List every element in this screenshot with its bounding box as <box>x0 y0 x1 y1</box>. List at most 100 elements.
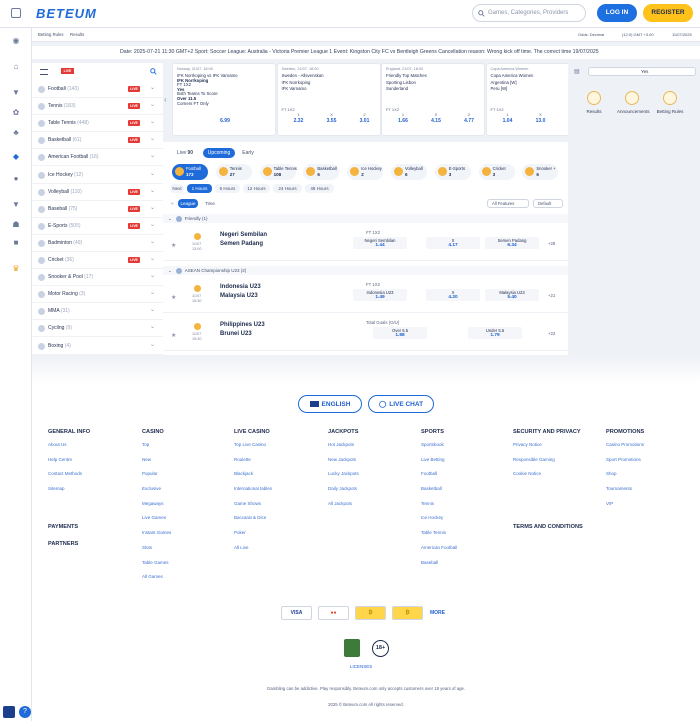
sport-chip[interactable]: Snooker +6 <box>522 164 559 180</box>
more-markets[interactable]: +21 <box>548 293 555 298</box>
footer-heading[interactable]: GENERAL INFO <box>48 429 90 435</box>
list-menu-icon[interactable] <box>40 69 48 75</box>
collapse-icon[interactable]: « <box>171 201 174 207</box>
chevron-down-icon[interactable]: ⌄ <box>150 204 155 211</box>
live-badge[interactable]: LIVE <box>128 222 140 229</box>
odd-value[interactable]: 13.0 <box>526 118 556 124</box>
footer-link[interactable]: Privacy Notice <box>513 442 581 457</box>
sport-chip[interactable]: Volleyball 6 <box>391 164 427 180</box>
footer-link[interactable]: Top Live Casino <box>234 442 272 457</box>
sport-row[interactable]: Table Tennis (448) LIVE ⌄ <box>32 115 163 133</box>
chevron-down-icon[interactable]: ⌄ <box>150 84 155 91</box>
sports-icon[interactable]: ◉ <box>11 36 21 46</box>
timezone[interactable]: (12:0) GMT +3.00 <box>622 32 654 37</box>
collapse-arrow-icon[interactable]: ⌄ <box>168 268 172 273</box>
sport-row[interactable]: Basketball (61) LIVE ⌄ <box>32 132 163 150</box>
footer-heading[interactable]: LIVE CASINO <box>234 429 272 435</box>
footer-link[interactable]: Casino Promotions <box>606 442 644 457</box>
main-tab[interactable]: Live 90 <box>171 148 199 158</box>
footer-link[interactable]: All Games <box>142 574 171 589</box>
league-header[interactable]: ⌄ Friendly (1) <box>163 214 568 223</box>
time-filter[interactable]: Next <box>170 184 184 193</box>
more-markets[interactable]: +22 <box>548 331 555 336</box>
favorite-star-icon[interactable]: ★ <box>171 242 176 249</box>
footer-link[interactable]: Tennis <box>421 501 457 516</box>
footer-heading[interactable]: JACKPOTS <box>328 429 359 435</box>
footer-link[interactable]: Responsible Gaming <box>513 457 581 472</box>
cards-icon[interactable]: ☗ <box>11 220 21 230</box>
sport-row[interactable]: MMA (31) ⌄ <box>32 303 163 321</box>
footer-link[interactable]: Sport Promotions <box>606 457 644 472</box>
footer-heading[interactable]: SECURITY AND PRIVACY <box>513 429 581 435</box>
sport-chip[interactable]: E-Sports 3 <box>434 164 471 180</box>
chevron-down-icon[interactable]: ⌄ <box>150 187 155 194</box>
sport-row[interactable]: Baseball (75) LIVE ⌄ <box>32 201 163 218</box>
footer-link[interactable]: All Live <box>234 545 272 560</box>
odd-value[interactable]: 4.15 <box>421 118 451 124</box>
games-icon[interactable]: ♣ <box>11 128 21 138</box>
odd-button[interactable]: Malaysia U23 5.40 <box>485 289 539 301</box>
diamond-icon[interactable]: ◆ <box>11 152 21 162</box>
footer-link[interactable]: New <box>142 457 171 472</box>
sport-row[interactable]: Ice Hockey (12) ⌄ <box>32 167 163 184</box>
odd-value[interactable]: 1.66 <box>388 118 418 124</box>
live-badge[interactable]: LIVE <box>61 68 74 74</box>
footer-link[interactable]: Roulette <box>234 457 272 472</box>
home-team[interactable]: Indonesia U23 <box>220 283 261 291</box>
footer-link[interactable]: Popular <box>142 471 171 486</box>
footer-heading-payments[interactable]: PAYMENTS <box>48 524 78 530</box>
odds-format[interactable]: Odds: Decimal <box>578 32 604 37</box>
footer-link[interactable]: Baccarat & Dice <box>234 515 272 530</box>
odd-value[interactable]: 1.04 <box>493 118 523 124</box>
league-header[interactable]: ⌄ ASEAN Championship U23 (2) <box>163 266 568 275</box>
footer-heading[interactable]: CASINO <box>142 429 171 435</box>
license-seal-icon[interactable] <box>344 639 360 657</box>
payment-method[interactable]: ₿ <box>355 606 386 620</box>
time-filter[interactable]: 48 Hours <box>305 184 334 193</box>
time-filter[interactable]: 12 Hours <box>243 184 270 193</box>
sport-row[interactable]: Motor Racing (3) ⌄ <box>32 286 163 304</box>
chevron-down-icon[interactable]: ⌄ <box>150 101 155 108</box>
payment-method[interactable]: ₿ <box>392 606 423 620</box>
time-filter[interactable]: 1 Hours <box>187 184 212 193</box>
footer-link[interactable]: Shop <box>606 471 644 486</box>
footer-link[interactable]: Help Centre <box>48 457 90 472</box>
view-time[interactable]: Time <box>200 199 220 208</box>
odd-button[interactable]: X 4.17 <box>426 237 480 249</box>
sport-row[interactable]: Football (143) LIVE ⌄ <box>32 81 163 98</box>
footer-link[interactable]: All Jackpots <box>328 501 359 516</box>
footer-link[interactable]: Hot Jackpots <box>328 442 359 457</box>
gift-icon[interactable]: ■ <box>11 238 21 248</box>
away-team[interactable]: Semen Padang <box>220 240 263 248</box>
quick-link[interactable]: Betting Rules <box>655 91 685 114</box>
odd-button[interactable]: X 4.20 <box>426 289 480 301</box>
live-badge[interactable]: LIVE <box>128 137 140 144</box>
site-logo[interactable]: BETEUM <box>36 6 97 21</box>
live-badge[interactable]: LIVE <box>128 86 140 92</box>
footer-heading-terms[interactable]: TERMS AND CONDITIONS <box>513 524 583 530</box>
away-team[interactable]: Brunei U23 <box>220 330 252 338</box>
register-button[interactable]: REGISTER <box>643 4 693 22</box>
main-tab[interactable]: Early <box>237 148 259 158</box>
footer-link[interactable]: Game Shows <box>234 501 272 516</box>
favorite-star-icon[interactable]: ★ <box>171 294 176 301</box>
footer-heading[interactable]: PROMOTIONS <box>606 429 644 435</box>
payment-method[interactable]: ●● <box>318 606 349 620</box>
chevron-down-icon[interactable]: ⌄ <box>150 238 155 245</box>
odd-value[interactable]: 3.55 <box>317 118 347 124</box>
footer-link[interactable]: Sportsbook <box>421 442 457 457</box>
footer-link[interactable]: Daily Jackpots <box>328 486 359 501</box>
chevron-down-icon[interactable]: ⌄ <box>150 289 155 296</box>
menu-toggle-icon[interactable] <box>11 8 21 18</box>
footer-heading-partners[interactable]: PARTNERS <box>48 541 78 547</box>
chevron-down-icon[interactable]: ⌄ <box>150 170 155 177</box>
breadcrumb-betting-rules[interactable]: Betting Rules <box>38 32 64 37</box>
footer-link[interactable]: Sitemap <box>48 486 90 501</box>
sport-chip[interactable]: Basketball 6 <box>303 164 340 180</box>
away-team[interactable]: Malaysia U23 <box>220 292 258 300</box>
sport-chip[interactable]: Table Tennis 108 <box>259 164 297 180</box>
chevron-down-icon[interactable]: ⌄ <box>150 306 155 313</box>
footer-link[interactable]: VIP <box>606 501 644 516</box>
chevron-down-icon[interactable]: ⌄ <box>150 135 155 142</box>
breadcrumb-results[interactable]: Results <box>70 32 84 37</box>
